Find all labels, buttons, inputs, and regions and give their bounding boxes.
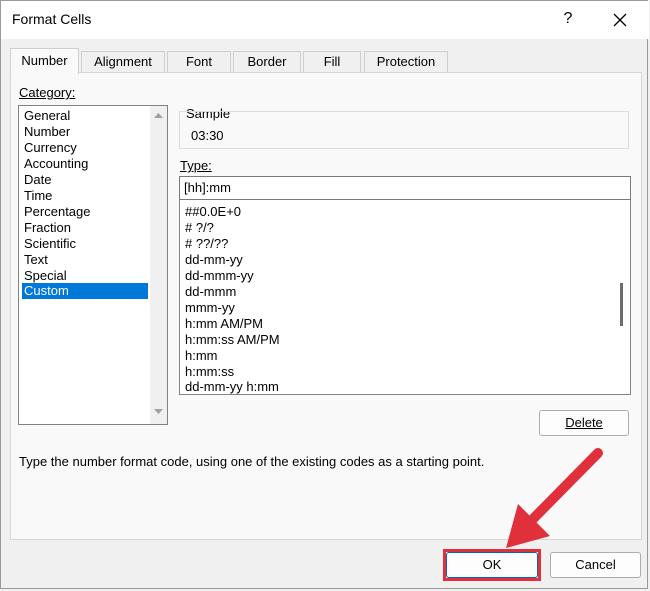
format-item[interactable]: ##0.0E+0	[185, 204, 241, 220]
type-label: Type:	[180, 158, 212, 173]
delete-button[interactable]: Delete	[539, 410, 629, 436]
category-item-date[interactable]: Date	[22, 172, 148, 188]
type-input[interactable]: [hh]:mm	[179, 176, 631, 200]
category-item-accounting[interactable]: Accounting	[22, 156, 148, 172]
close-icon	[613, 13, 627, 27]
category-item-special[interactable]: Special	[22, 268, 148, 284]
sample-value: 03:30	[191, 128, 224, 143]
tab-border[interactable]: Border	[233, 51, 301, 72]
format-item[interactable]: mmm-yy	[185, 300, 235, 316]
category-item-currency[interactable]: Currency	[22, 140, 148, 156]
category-item-percentage[interactable]: Percentage	[22, 204, 148, 220]
format-item[interactable]: h:mm:ss	[185, 364, 234, 380]
tab-alignment[interactable]: Alignment	[81, 51, 165, 72]
format-item[interactable]: # ?/?	[185, 220, 214, 236]
format-item[interactable]: dd-mm-yy	[185, 252, 243, 268]
category-item-number[interactable]: Number	[22, 124, 148, 140]
close-button[interactable]	[605, 4, 635, 34]
sample-group	[179, 111, 629, 149]
dialog-title: Format Cells	[12, 11, 92, 27]
tab-fill[interactable]: Fill	[303, 51, 361, 72]
tab-number[interactable]: Number	[10, 48, 79, 74]
format-item[interactable]: dd-mm-yy h:mm	[185, 379, 279, 394]
category-scrollbar[interactable]	[150, 106, 167, 424]
category-item-scientific[interactable]: Scientific	[22, 236, 148, 252]
tab-protection[interactable]: Protection	[364, 51, 448, 72]
tab-font[interactable]: Font	[167, 51, 231, 72]
format-list-scroll-thumb[interactable]	[620, 283, 623, 326]
type-accesskey: Type:	[180, 158, 212, 173]
category-item-fraction[interactable]: Fraction	[22, 220, 148, 236]
category-item-general[interactable]: General	[22, 108, 148, 124]
ok-button-highlight	[443, 549, 541, 581]
category-label: Category:	[19, 85, 75, 100]
format-item[interactable]: h:mm:ss AM/PM	[185, 332, 280, 348]
format-code-list[interactable]: ##0.0E+0 # ?/? # ??/?? dd-mm-yy dd-mmm-y…	[179, 200, 631, 395]
scroll-up-arrow-icon[interactable]	[150, 109, 167, 126]
delete-button-label: Delete	[565, 415, 603, 430]
category-list[interactable]: General Number Currency Accounting Date …	[18, 105, 168, 425]
help-button[interactable]: ?	[553, 4, 583, 34]
category-item-time[interactable]: Time	[22, 188, 148, 204]
scroll-down-arrow-icon[interactable]	[150, 406, 167, 423]
format-item[interactable]: dd-mmm-yy	[185, 268, 254, 284]
format-hint-text: Type the number format code, using one o…	[19, 454, 485, 469]
category-item-custom[interactable]: Custom	[22, 283, 148, 299]
category-item-text[interactable]: Text	[22, 252, 148, 268]
format-list-scrollbar[interactable]	[613, 200, 630, 394]
format-item[interactable]: h:mm AM/PM	[185, 316, 263, 332]
category-accesskey: Category:	[19, 85, 76, 100]
format-item[interactable]: dd-mmm	[185, 284, 236, 300]
title-bar: Format Cells ?	[1, 1, 649, 39]
format-item[interactable]: # ??/??	[185, 236, 228, 252]
format-item[interactable]: h:mm	[185, 348, 218, 364]
cancel-button[interactable]: Cancel	[550, 552, 641, 578]
